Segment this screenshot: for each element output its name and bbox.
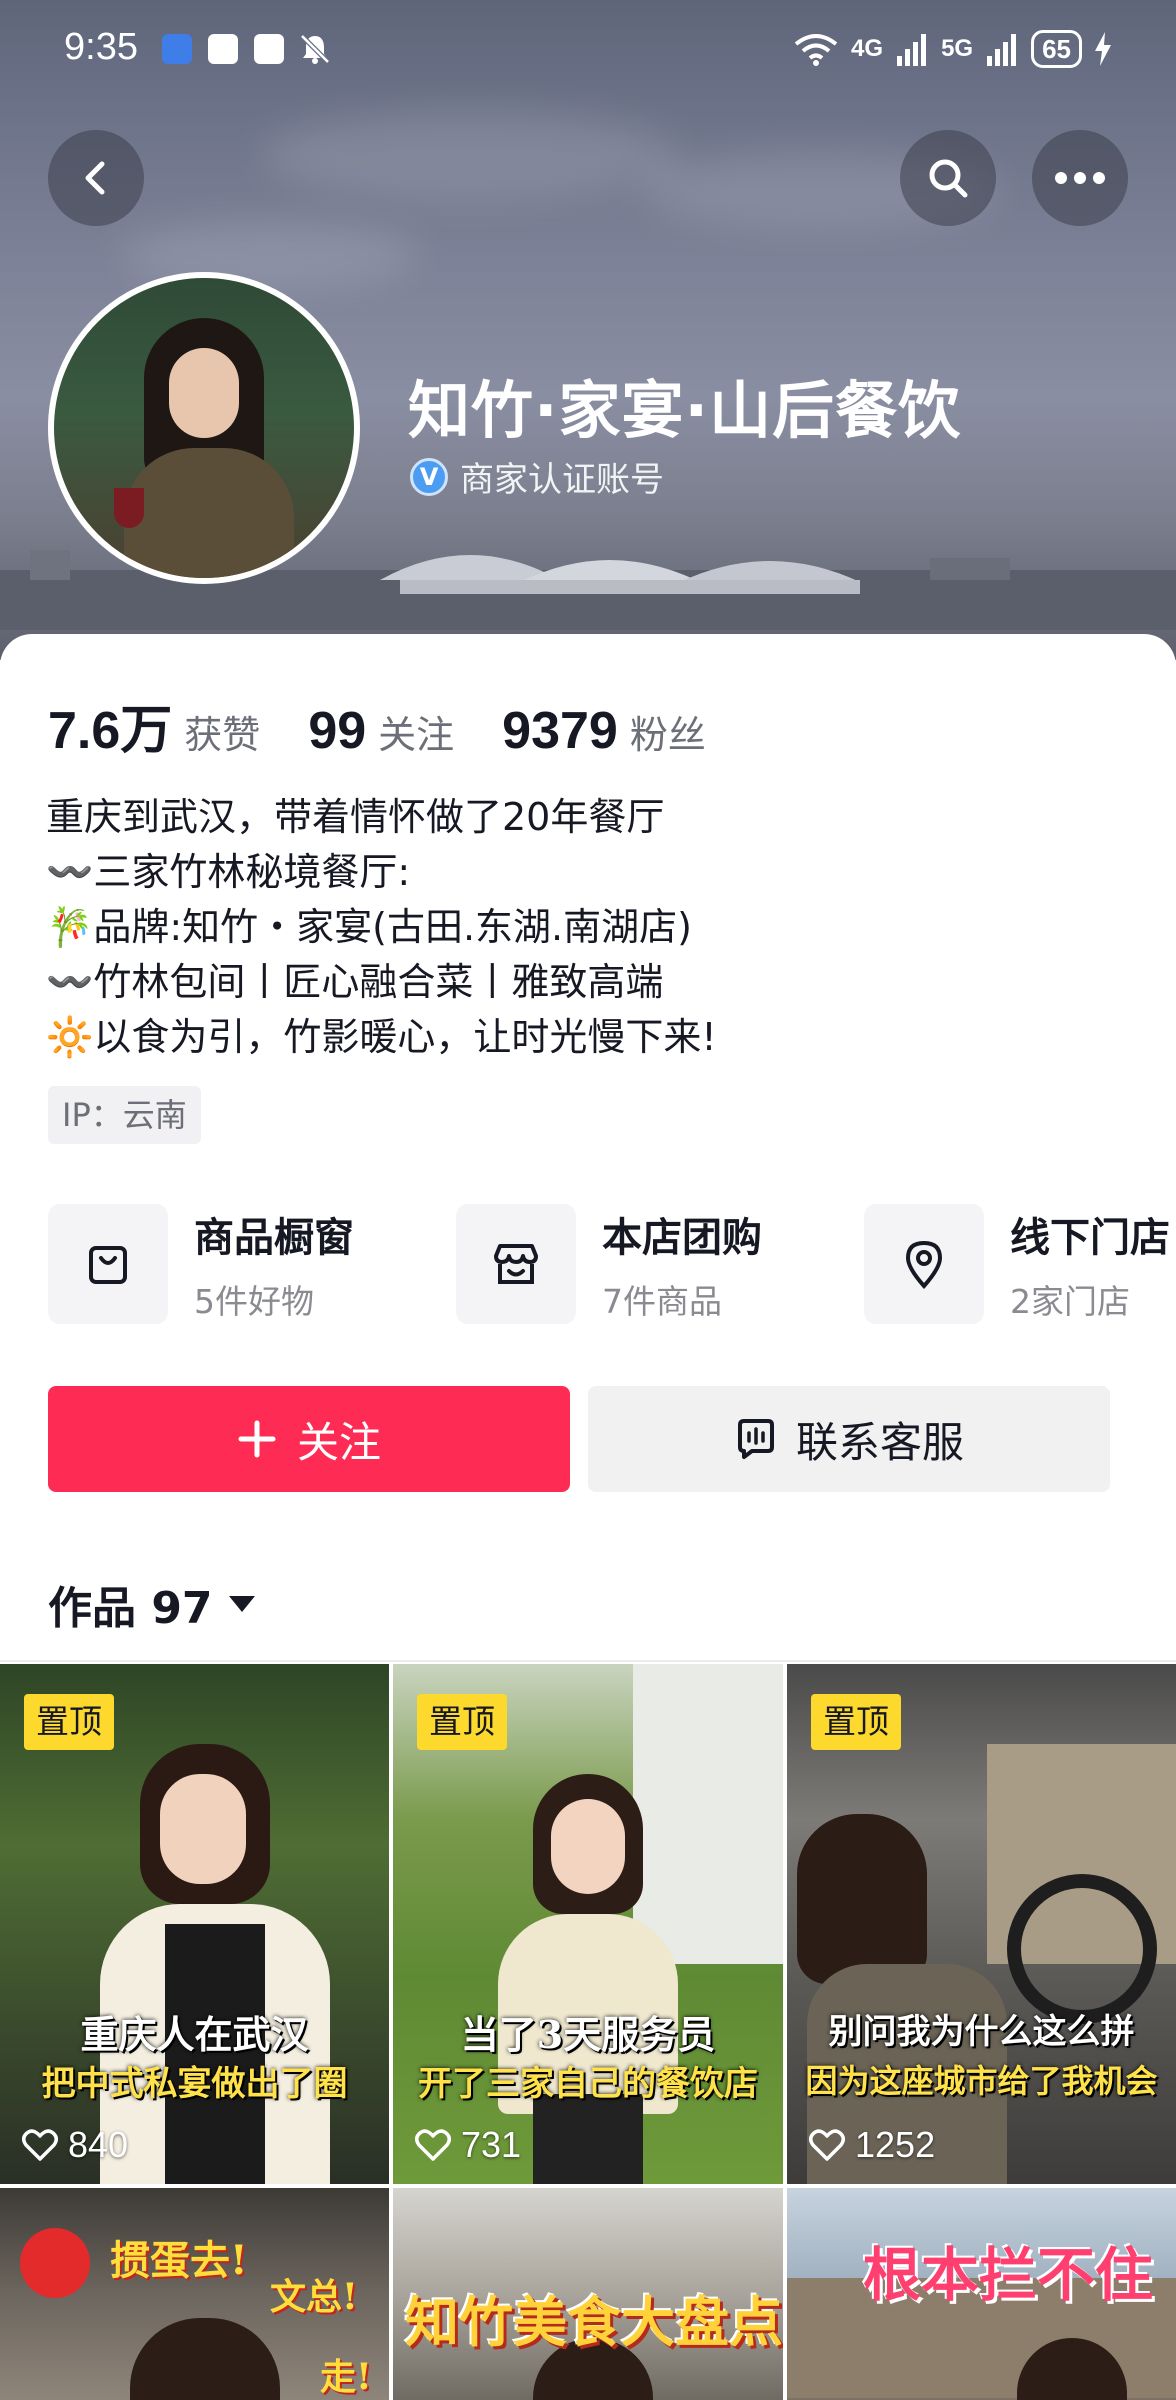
chevron-left-icon (85, 161, 105, 195)
service-shop-window[interactable]: 商品橱窗 5件好物 (48, 1204, 354, 1324)
video-caption: 开了三家自己的餐饮店 (418, 2064, 758, 2104)
avatar-dress-graphic (124, 448, 294, 578)
location-pin-icon (864, 1204, 984, 1324)
plus-icon (238, 1420, 276, 1458)
video-tile[interactable]: 置顶 别问我为什么这么拼 因为这座城市给了我机会 1252 (787, 1664, 1176, 2184)
bio-line: 🔆以食为引，竹影暖心，让时光慢下来! (46, 1015, 717, 1059)
works-tab-label: 作品 97 (48, 1583, 213, 1634)
more-options-button[interactable] (1032, 130, 1128, 226)
verified-text: 商家认证账号 (460, 460, 664, 500)
pinned-badge: 置顶 (417, 1694, 507, 1750)
video-caption: 当了3天服务员 (460, 2012, 716, 2057)
stat-value: 7.6万 (48, 702, 173, 760)
video-caption: 走! (320, 2356, 372, 2398)
tab-works[interactable]: 作品 97 (48, 1572, 257, 1636)
wifi-icon (794, 34, 838, 66)
bio-line: 重庆到武汉，带着情怀做了20年餐厅 (46, 795, 665, 839)
video-tile[interactable]: 置顶 当了3天服务员 开了三家自己的餐饮店 731 (393, 1664, 783, 2184)
service-group-buy[interactable]: 本店团购 7件商品 (456, 1204, 762, 1324)
stat-following[interactable]: 99 关注 (308, 701, 454, 761)
like-count: 840 (68, 2124, 129, 2165)
app-notification-icon (254, 34, 284, 64)
video-caption: 文总! (270, 2276, 358, 2318)
video-likes: 731 (415, 2124, 521, 2166)
heart-icon (415, 2129, 451, 2161)
stat-value: 99 (308, 702, 367, 760)
heart-icon (809, 2129, 845, 2161)
caret-down-icon (228, 1596, 255, 1612)
wine-glass-graphic (114, 488, 144, 528)
video-tile[interactable]: 知竹美食大盘点 (393, 2188, 783, 2400)
profile-name: 知竹·家宴·山后餐饮 (408, 374, 962, 447)
network-type-label: 4G (851, 35, 884, 62)
video-caption: 掼蛋去! (110, 2237, 248, 2284)
stat-label: 关注 (378, 713, 455, 757)
stat-likes[interactable]: 7.6万 获赞 (48, 688, 260, 763)
service-subtitle: 7件商品 (602, 1282, 722, 1321)
ip-location-tag: IP：云南 (48, 1086, 201, 1144)
charging-icon (1095, 32, 1111, 66)
video-likes: 840 (22, 2124, 128, 2166)
pinned-badge: 置顶 (24, 1694, 114, 1750)
more-dots-icon (1055, 172, 1105, 184)
bio-line: 〰️三家竹林秘境餐厅: (46, 850, 411, 894)
contact-label: 联系客服 (795, 1417, 964, 1467)
stat-label: 粉丝 (629, 713, 706, 757)
service-title: 本店团购 (602, 1215, 762, 1261)
verified-label[interactable]: V 商家认证账号 (410, 452, 664, 501)
search-icon (929, 159, 968, 198)
video-tile[interactable]: 置顶 重庆人在武汉 把中式私宴做出了圈 840 (0, 1664, 389, 2184)
video-caption: 把中式私宴做出了圈 (41, 2064, 348, 2104)
stat-followers[interactable]: 9379 粉丝 (502, 701, 706, 761)
shopping-bag-icon (48, 1204, 168, 1324)
network-type-label: 5G (941, 35, 974, 62)
stats-row: 7.6万 获赞 99 关注 9379 粉丝 (48, 688, 754, 763)
video-caption: 重庆人在武汉 (80, 2012, 309, 2057)
service-offline-store[interactable]: 线下门店 2家门店 (864, 1204, 1170, 1324)
service-title: 线下门店 (1010, 1215, 1170, 1261)
follow-button[interactable]: 关注 (48, 1386, 570, 1492)
search-button[interactable] (900, 130, 996, 226)
bio-line: 〰️竹林包间丨匠心融合菜丨雅致高端 (46, 960, 664, 1004)
status-bar: 9:35 4G 5G 65 (0, 0, 1176, 100)
stat-label: 获赞 (184, 713, 261, 757)
service-subtitle: 5件好物 (194, 1282, 314, 1321)
heart-icon (22, 2129, 58, 2161)
profile-bio: 重庆到武汉，带着情怀做了20年餐厅 〰️三家竹林秘境餐厅: 🎋品牌:知竹・家宴(… (46, 790, 1126, 1065)
service-subtitle: 2家门店 (1010, 1282, 1130, 1321)
like-count: 1252 (855, 2124, 936, 2165)
video-likes: 1252 (809, 2124, 935, 2166)
bio-line: 🎋品牌:知竹・家宴(古田.东湖.南湖店) (46, 905, 692, 949)
video-caption: 因为这座城市给了我机会 (805, 2062, 1158, 2100)
status-time: 9:35 (64, 26, 138, 68)
video-caption: 根本拦不住 (863, 2241, 1154, 2309)
app-notification-icon (208, 34, 238, 64)
stat-value: 9379 (502, 702, 618, 760)
like-count: 731 (461, 2124, 522, 2165)
follow-label: 关注 (296, 1417, 381, 1467)
service-title: 商品橱窗 (194, 1215, 354, 1261)
signal-icon (897, 34, 927, 66)
profile-avatar[interactable] (48, 272, 360, 584)
mute-bell-icon (300, 34, 330, 64)
video-caption: 知竹美食大盘点 (405, 2290, 783, 2354)
divider (0, 1660, 1176, 1662)
avatar-face-graphic (169, 348, 239, 438)
contact-service-button[interactable]: 联系客服 (588, 1386, 1110, 1492)
back-button[interactable] (48, 130, 144, 226)
video-tile[interactable]: 掼蛋去! 文总! 走! (0, 2188, 389, 2400)
verified-badge-icon: V (410, 457, 448, 496)
video-tile[interactable]: 根本拦不住 (787, 2188, 1176, 2400)
battery-indicator: 65 (1031, 30, 1082, 68)
pinned-badge: 置顶 (811, 1694, 901, 1750)
signal-icon (987, 34, 1017, 66)
chat-service-icon (737, 1419, 774, 1459)
video-caption: 别问我为什么这么拼 (828, 2012, 1135, 2052)
store-icon (456, 1204, 576, 1324)
app-notification-icon (162, 34, 192, 64)
